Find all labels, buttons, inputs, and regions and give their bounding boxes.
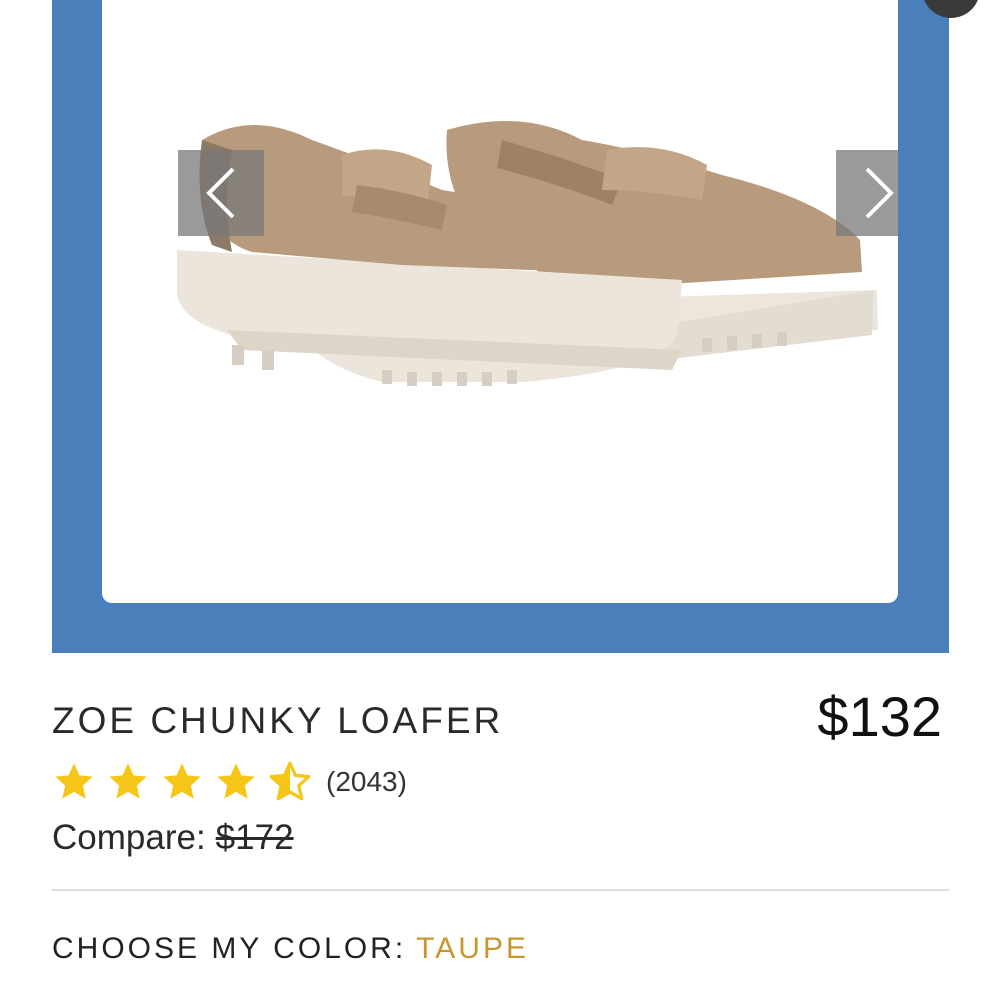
gallery-next-button[interactable] bbox=[836, 150, 898, 236]
product-rating[interactable]: (2043) bbox=[52, 760, 407, 804]
product-image-card bbox=[102, 0, 898, 603]
compare-label: Compare: bbox=[52, 818, 206, 857]
compare-price: $172 bbox=[215, 818, 294, 857]
gallery-indicator bbox=[922, 0, 980, 18]
review-count[interactable]: (2043) bbox=[326, 766, 407, 798]
selected-color: TAUPE bbox=[416, 932, 529, 965]
divider bbox=[52, 889, 949, 891]
product-image bbox=[177, 121, 878, 386]
color-picker-label: CHOOSE MY COLOR: bbox=[52, 932, 407, 965]
star-full-icon bbox=[217, 763, 255, 799]
chevron-right-icon bbox=[865, 167, 894, 219]
product-price: $132 bbox=[817, 685, 942, 748]
star-full-icon bbox=[55, 763, 93, 799]
chevron-left-icon bbox=[206, 167, 235, 219]
product-title: ZOE CHUNKY LOAFER bbox=[52, 700, 504, 741]
product-gallery bbox=[52, 0, 980, 653]
compare-price-row: Compare: $172 bbox=[52, 818, 294, 858]
color-picker-header: CHOOSE MY COLOR: TAUPE bbox=[52, 932, 529, 966]
gallery-prev-button[interactable] bbox=[178, 150, 264, 236]
star-full-icon bbox=[163, 763, 201, 799]
star-half-icon bbox=[269, 761, 311, 801]
star-full-icon bbox=[109, 763, 147, 799]
